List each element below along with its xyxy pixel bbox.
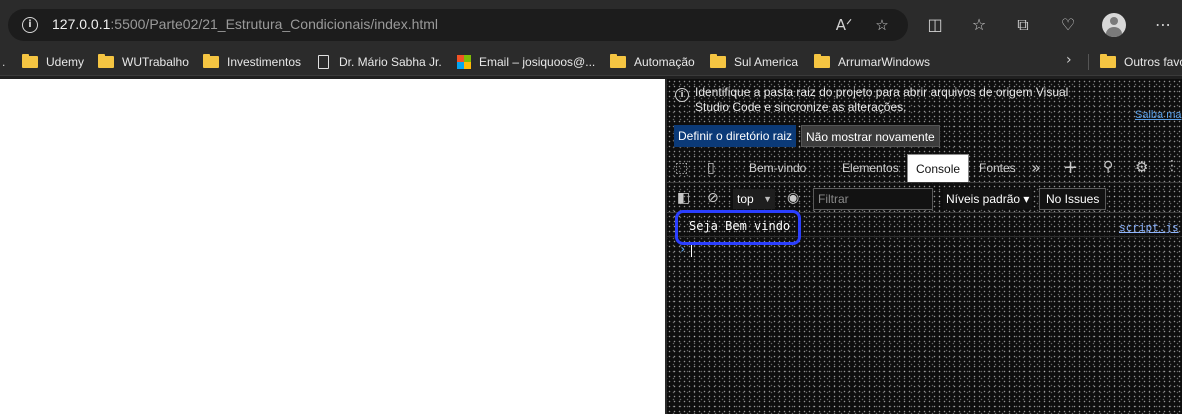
log-levels-dropdown[interactable]: Níveis padrão ▾ <box>943 189 1033 209</box>
chevron-down-icon: ▼ <box>763 194 772 204</box>
bookmarks-overflow-left[interactable]: . <box>2 53 5 71</box>
collections-icon[interactable]: ⧉ <box>1012 14 1034 36</box>
clear-console-icon[interactable]: ⊘ <box>707 190 719 206</box>
read-aloud-icon[interactable]: Aᐟ <box>834 15 854 35</box>
folder-icon <box>710 53 726 68</box>
filter-input[interactable]: Filtrar <box>813 188 933 210</box>
console-caret <box>691 245 692 257</box>
url-text[interactable]: 127.0.0.1:5500/Parte02/21_Estrutura_Cond… <box>52 16 438 32</box>
more-icon[interactable]: ⋯ <box>1152 14 1174 36</box>
bookmark-investimentos[interactable]: Investimentos <box>203 53 301 71</box>
bookmark-udemy[interactable]: Udemy <box>22 53 84 71</box>
set-root-directory-button[interactable]: Definir o diretório raiz <box>674 125 797 147</box>
more-tabs-icon[interactable]: » <box>1031 158 1041 177</box>
context-value: top <box>737 192 754 206</box>
browser-essentials-icon[interactable]: ♡ <box>1057 14 1079 36</box>
dont-show-again-button[interactable]: Não mostrar novamente <box>801 125 940 147</box>
issues-button[interactable]: No Issues <box>1039 188 1107 210</box>
profile-avatar[interactable] <box>1102 13 1126 37</box>
info-icon: i <box>675 88 689 102</box>
bookmark-automacao[interactable]: Automação <box>610 53 695 71</box>
bookmark-sul-america[interactable]: Sul America <box>710 53 798 71</box>
sidebar-toggle-icon[interactable]: ◧ <box>677 190 690 206</box>
address-bar[interactable]: i 127.0.0.1:5500/Parte02/21_Estrutura_Co… <box>8 9 908 41</box>
bookmark-label: Udemy <box>46 55 85 69</box>
console-toolbar: ◧ ⊘ top ▼ ◉ Filtrar Níveis padrão ▾ No Is… <box>667 185 1182 213</box>
bookmark-label: Dr. Mário Sabha Jr. <box>339 55 442 69</box>
bookmark-label: Sul America <box>734 55 799 69</box>
chevron-down-icon: ▾ <box>1023 192 1030 206</box>
folder-icon <box>1100 53 1116 68</box>
tab-console[interactable]: Console <box>907 154 970 182</box>
bookmarks-bar: . Udemy WUTrabalho Investimentos Dr. Már… <box>0 48 1182 76</box>
bookmarks-divider <box>1088 54 1089 70</box>
bookmark-label: WUTrabalho <box>122 55 189 69</box>
favorites-list-icon[interactable]: ☆ <box>968 14 990 36</box>
favorite-star-icon[interactable]: ☆ <box>872 15 892 35</box>
folder-icon <box>203 53 219 68</box>
console-prompt[interactable]: › <box>679 242 686 256</box>
page-icon <box>318 54 329 69</box>
url-path: :5500/Parte02/21_Estrutura_Condicionais/… <box>110 16 439 32</box>
split-screen-icon[interactable]: ◫ <box>924 14 946 36</box>
folder-icon <box>610 53 626 68</box>
bookmark-outros-favoritos[interactable]: Outros favo <box>1100 53 1182 71</box>
tab-fontes[interactable]: Fontes <box>971 154 1024 182</box>
levels-label: Níveis padrão <box>946 192 1021 206</box>
info-icon[interactable]: i <box>22 17 38 33</box>
tab-elementos[interactable]: Elementos <box>834 154 907 182</box>
bookmark-email[interactable]: Email – josiquoos@... <box>457 53 595 71</box>
devtools-panel: i Identifique a pasta raiz do projeto pa… <box>667 79 1182 414</box>
bookmark-dr-mario[interactable]: Dr. Mário Sabha Jr. <box>318 53 442 71</box>
browser-window: i 127.0.0.1:5500/Parte02/21_Estrutura_Co… <box>0 0 1182 414</box>
bookmark-label: Outros favo <box>1124 55 1182 69</box>
notice-text: Identifique a pasta raiz do projeto para… <box>695 85 1069 114</box>
folder-icon <box>98 53 114 68</box>
device-emulation-icon[interactable]: ▯ <box>707 160 715 176</box>
inspect-element-icon[interactable]: ⬚ <box>675 160 688 176</box>
url-host: 127.0.0.1 <box>52 16 111 32</box>
context-select[interactable]: top ▼ <box>733 189 775 209</box>
add-tab-icon[interactable]: + <box>1063 157 1078 178</box>
bookmark-label: ArrumarWindows <box>838 55 931 69</box>
page-viewport[interactable] <box>0 79 665 414</box>
connections-icon[interactable]: ⚲ <box>1103 159 1113 175</box>
devtools-tabbar: ⬚ ▯ Bem-vindo Elementos Console Fontes »… <box>667 153 1182 183</box>
chevron-right-icon[interactable]: › <box>1066 52 1072 68</box>
log-source-link[interactable]: script.js <box>1119 221 1179 234</box>
tab-bem-vindo[interactable]: Bem-vindo <box>741 154 814 182</box>
bookmark-arrumarwindows[interactable]: ArrumarWindows <box>814 53 930 71</box>
bookmark-label: Automação <box>634 55 695 69</box>
browser-toolbar: i 127.0.0.1:5500/Parte02/21_Estrutura_Co… <box>0 0 1182 48</box>
learn-more-link[interactable]: Saiba ma <box>1135 109 1181 121</box>
settings-gear-icon[interactable]: ⚙ <box>1135 158 1148 176</box>
live-expression-eye-icon[interactable]: ◉ <box>787 190 799 206</box>
bookmark-label: Investimentos <box>227 55 302 69</box>
bookmark-wutrabalho[interactable]: WUTrabalho <box>98 53 189 71</box>
workspace-notice: i Identifique a pasta raiz do projeto pa… <box>667 79 1182 153</box>
outlook-icon <box>457 54 471 69</box>
bookmark-label: Email – josiquoos@... <box>479 55 596 69</box>
highlight-annotation <box>675 210 801 245</box>
more-options-icon[interactable]: ⋮ <box>1165 158 1179 174</box>
folder-icon <box>814 53 830 68</box>
folder-icon <box>22 53 38 68</box>
